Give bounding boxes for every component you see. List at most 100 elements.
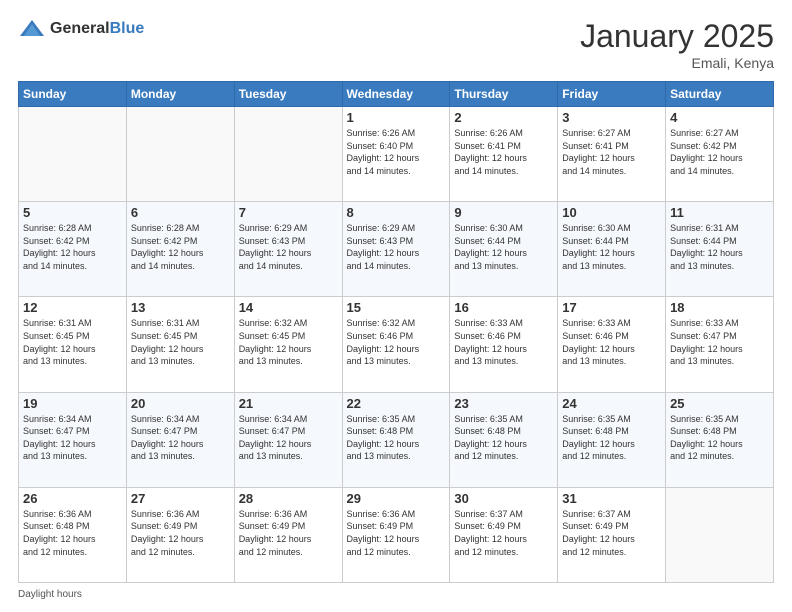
- day-info: Sunrise: 6:31 AM Sunset: 6:45 PM Dayligh…: [131, 317, 230, 367]
- calendar-cell: 29Sunrise: 6:36 AM Sunset: 6:49 PM Dayli…: [342, 487, 450, 582]
- month-title: January 2025: [580, 18, 774, 55]
- footer: Daylight hours: [18, 589, 774, 600]
- daylight-label: Daylight hours: [18, 589, 82, 600]
- day-info: Sunrise: 6:36 AM Sunset: 6:49 PM Dayligh…: [239, 508, 338, 558]
- day-info: Sunrise: 6:34 AM Sunset: 6:47 PM Dayligh…: [239, 413, 338, 463]
- calendar-cell: 18 Sunrise: 6:33 AM Sunset: 6:47 PM Dayli…: [666, 297, 774, 392]
- calendar-week-2: 12 Sunrise: 6:31 AM Sunset: 6:45 PM Dayli…: [19, 297, 774, 392]
- day-info: Sunrise: 6:35 AM Sunset: 6:48 PM Dayligh…: [347, 413, 446, 463]
- calendar-cell: 14 Sunrise: 6:32 AM Sunset: 6:45 PM Dayli…: [234, 297, 342, 392]
- calendar-cell: 12 Sunrise: 6:31 AM Sunset: 6:45 PM Dayli…: [19, 297, 127, 392]
- title-block: January 2025 Emali, Kenya: [580, 18, 774, 71]
- day-info: Sunrise: 6:30 AM Sunset: 6:44 PM Dayligh…: [454, 222, 553, 272]
- day-info: Sunrise: 6:27 AM Sunset: 6:42 PM Dayligh…: [670, 127, 769, 177]
- calendar-cell: 1 Sunrise: 6:26 AM Sunset: 6:40 PM Daylig…: [342, 107, 450, 202]
- calendar-cell: 3Sunrise: 6:27 AM Sunset: 6:41 PM Daylig…: [558, 107, 666, 202]
- calendar-cell: [234, 107, 342, 202]
- day-number: 3: [562, 110, 661, 125]
- calendar-cell: 9 Sunrise: 6:30 AM Sunset: 6:44 PM Daylig…: [450, 202, 558, 297]
- calendar-cell: 10 Sunrise: 6:30 AM Sunset: 6:44 PM Dayli…: [558, 202, 666, 297]
- day-number: 23: [454, 396, 553, 411]
- day-number: 12: [23, 300, 122, 315]
- calendar-cell: 17 Sunrise: 6:33 AM Sunset: 6:46 PM Dayli…: [558, 297, 666, 392]
- day-number: 7: [239, 205, 338, 220]
- calendar-col-thursday: Thursday: [450, 82, 558, 107]
- calendar-week-0: 1 Sunrise: 6:26 AM Sunset: 6:40 PM Daylig…: [19, 107, 774, 202]
- day-info: Sunrise: 6:37 AM Sunset: 6:49 PM Dayligh…: [454, 508, 553, 558]
- day-number: 8: [347, 205, 446, 220]
- day-number: 16: [454, 300, 553, 315]
- day-info: Sunrise: 6:37 AM Sunset: 6:49 PM Dayligh…: [562, 508, 661, 558]
- day-number: 25: [670, 396, 769, 411]
- day-number: 9: [454, 205, 553, 220]
- day-info: Sunrise: 6:32 AM Sunset: 6:46 PM Dayligh…: [347, 317, 446, 367]
- day-number: 15: [347, 300, 446, 315]
- calendar-cell: 22 Sunrise: 6:35 AM Sunset: 6:48 PM Dayli…: [342, 392, 450, 487]
- calendar-header-row: SundayMondayTuesdayWednesdayThursdayFrid…: [19, 82, 774, 107]
- day-number: 10: [562, 205, 661, 220]
- calendar-col-tuesday: Tuesday: [234, 82, 342, 107]
- calendar-cell: [19, 107, 127, 202]
- logo: GeneralBlue: [18, 18, 144, 40]
- day-info: Sunrise: 6:33 AM Sunset: 6:46 PM Dayligh…: [454, 317, 553, 367]
- calendar-cell: 8 Sunrise: 6:29 AM Sunset: 6:43 PM Daylig…: [342, 202, 450, 297]
- calendar-cell: 25 Sunrise: 6:35 AM Sunset: 6:48 PM Dayli…: [666, 392, 774, 487]
- location-title: Emali, Kenya: [580, 55, 774, 71]
- calendar-cell: 2 Sunrise: 6:26 AM Sunset: 6:41 PM Daylig…: [450, 107, 558, 202]
- calendar-cell: 13 Sunrise: 6:31 AM Sunset: 6:45 PM Dayli…: [126, 297, 234, 392]
- day-info: Sunrise: 6:29 AM Sunset: 6:43 PM Dayligh…: [239, 222, 338, 272]
- day-info: Sunrise: 6:34 AM Sunset: 6:47 PM Dayligh…: [131, 413, 230, 463]
- calendar-col-monday: Monday: [126, 82, 234, 107]
- calendar-table: SundayMondayTuesdayWednesdayThursdayFrid…: [18, 81, 774, 583]
- day-number: 20: [131, 396, 230, 411]
- day-info: Sunrise: 6:26 AM Sunset: 6:41 PM Dayligh…: [454, 127, 553, 177]
- day-number: 30: [454, 491, 553, 506]
- logo-text: GeneralBlue: [50, 20, 144, 38]
- calendar-cell: 23 Sunrise: 6:35 AM Sunset: 6:48 PM Dayli…: [450, 392, 558, 487]
- day-info: Sunrise: 6:28 AM Sunset: 6:42 PM Dayligh…: [23, 222, 122, 272]
- day-number: 27: [131, 491, 230, 506]
- day-number: 28: [239, 491, 338, 506]
- calendar-cell: 28 Sunrise: 6:36 AM Sunset: 6:49 PM Dayli…: [234, 487, 342, 582]
- day-number: 26: [23, 491, 122, 506]
- calendar-cell: 21Sunrise: 6:34 AM Sunset: 6:47 PM Dayli…: [234, 392, 342, 487]
- day-number: 1: [347, 110, 446, 125]
- day-number: 18: [670, 300, 769, 315]
- day-number: 31: [562, 491, 661, 506]
- day-info: Sunrise: 6:33 AM Sunset: 6:46 PM Dayligh…: [562, 317, 661, 367]
- calendar-cell: 4Sunrise: 6:27 AM Sunset: 6:42 PM Daylig…: [666, 107, 774, 202]
- day-info: Sunrise: 6:32 AM Sunset: 6:45 PM Dayligh…: [239, 317, 338, 367]
- page: GeneralBlue January 2025 Emali, Kenya Su…: [0, 0, 792, 612]
- day-info: Sunrise: 6:36 AM Sunset: 6:48 PM Dayligh…: [23, 508, 122, 558]
- day-info: Sunrise: 6:35 AM Sunset: 6:48 PM Dayligh…: [454, 413, 553, 463]
- calendar-cell: 7 Sunrise: 6:29 AM Sunset: 6:43 PM Daylig…: [234, 202, 342, 297]
- logo-icon: [18, 18, 46, 40]
- day-number: 2: [454, 110, 553, 125]
- calendar-cell: 16 Sunrise: 6:33 AM Sunset: 6:46 PM Dayli…: [450, 297, 558, 392]
- day-info: Sunrise: 6:31 AM Sunset: 6:45 PM Dayligh…: [23, 317, 122, 367]
- day-info: Sunrise: 6:26 AM Sunset: 6:40 PM Dayligh…: [347, 127, 446, 177]
- day-info: Sunrise: 6:30 AM Sunset: 6:44 PM Dayligh…: [562, 222, 661, 272]
- day-number: 5: [23, 205, 122, 220]
- day-info: Sunrise: 6:29 AM Sunset: 6:43 PM Dayligh…: [347, 222, 446, 272]
- calendar-cell: 27Sunrise: 6:36 AM Sunset: 6:49 PM Dayli…: [126, 487, 234, 582]
- day-info: Sunrise: 6:33 AM Sunset: 6:47 PM Dayligh…: [670, 317, 769, 367]
- calendar-week-4: 26 Sunrise: 6:36 AM Sunset: 6:48 PM Dayli…: [19, 487, 774, 582]
- calendar-cell: 24Sunrise: 6:35 AM Sunset: 6:48 PM Dayli…: [558, 392, 666, 487]
- logo-general: General: [50, 20, 110, 37]
- day-number: 14: [239, 300, 338, 315]
- calendar-col-saturday: Saturday: [666, 82, 774, 107]
- day-number: 19: [23, 396, 122, 411]
- header: GeneralBlue January 2025 Emali, Kenya: [18, 18, 774, 71]
- day-info: Sunrise: 6:36 AM Sunset: 6:49 PM Dayligh…: [347, 508, 446, 558]
- day-number: 13: [131, 300, 230, 315]
- day-number: 22: [347, 396, 446, 411]
- calendar-col-friday: Friday: [558, 82, 666, 107]
- calendar-cell: 11Sunrise: 6:31 AM Sunset: 6:44 PM Dayli…: [666, 202, 774, 297]
- day-info: Sunrise: 6:35 AM Sunset: 6:48 PM Dayligh…: [670, 413, 769, 463]
- logo-blue: Blue: [110, 20, 145, 37]
- calendar-cell: 5 Sunrise: 6:28 AM Sunset: 6:42 PM Daylig…: [19, 202, 127, 297]
- day-number: 17: [562, 300, 661, 315]
- calendar-col-wednesday: Wednesday: [342, 82, 450, 107]
- day-info: Sunrise: 6:34 AM Sunset: 6:47 PM Dayligh…: [23, 413, 122, 463]
